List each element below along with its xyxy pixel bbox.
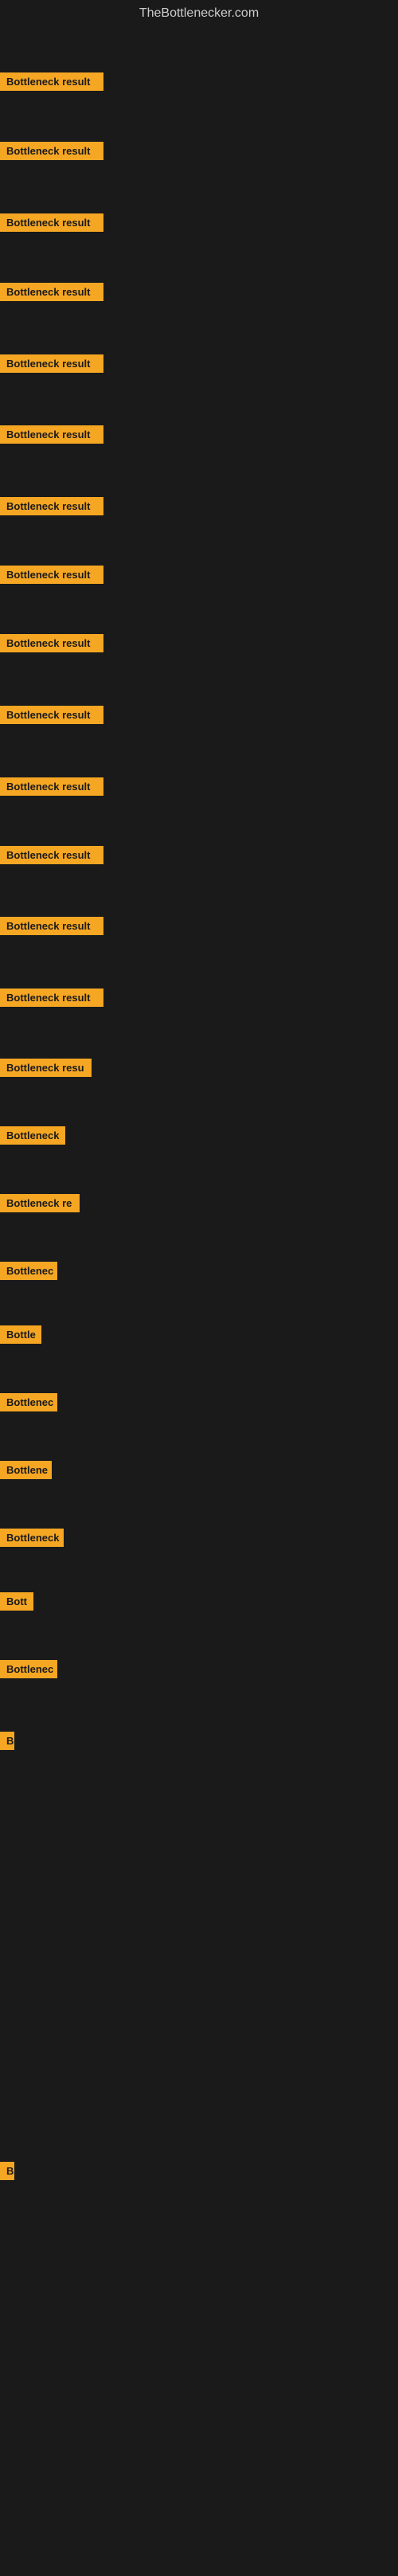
bottleneck-badge[interactable]: Bottleneck result — [0, 283, 103, 301]
bottleneck-badge[interactable]: Bottleneck result — [0, 634, 103, 652]
bottleneck-result-item[interactable]: Bottleneck result — [0, 777, 103, 800]
bottleneck-badge[interactable]: Bottle — [0, 1325, 41, 1344]
bottleneck-result-item[interactable]: B — [0, 1732, 14, 1754]
bottleneck-result-item[interactable]: Bottleneck resu — [0, 1059, 92, 1081]
bottleneck-badge[interactable]: Bottleneck — [0, 1529, 64, 1547]
bottleneck-result-item[interactable]: Bottlene — [0, 1461, 52, 1483]
bottleneck-result-item[interactable]: Bottleneck result — [0, 497, 103, 519]
bottleneck-result-item[interactable]: Bottleneck re — [0, 1194, 80, 1216]
bottleneck-result-item[interactable]: B — [0, 2162, 14, 2184]
bottleneck-result-item[interactable]: Bottleneck result — [0, 634, 103, 656]
bottleneck-badge[interactable]: Bottleneck result — [0, 142, 103, 160]
bottleneck-result-item[interactable]: Bottlenec — [0, 1262, 57, 1284]
bottleneck-badge[interactable]: Bottleneck result — [0, 425, 103, 444]
bottleneck-badge[interactable]: Bottleneck result — [0, 497, 103, 515]
bottleneck-result-item[interactable]: Bottleneck result — [0, 706, 103, 728]
bottleneck-badge[interactable]: Bottleneck re — [0, 1194, 80, 1212]
bottleneck-badge[interactable]: B — [0, 2162, 14, 2180]
bottleneck-badge[interactable]: Bottleneck result — [0, 72, 103, 91]
bottleneck-result-item[interactable]: Bottleneck — [0, 1126, 65, 1149]
bottleneck-badge[interactable]: Bottleneck result — [0, 846, 103, 864]
bottleneck-result-item[interactable]: Bottleneck — [0, 1529, 64, 1551]
bottleneck-result-item[interactable]: Bottleneck result — [0, 283, 103, 305]
bottleneck-result-item[interactable]: Bott — [0, 1592, 33, 1615]
bottleneck-result-item[interactable]: Bottleneck result — [0, 846, 103, 868]
bottleneck-result-item[interactable]: Bottleneck result — [0, 142, 103, 164]
bottleneck-badge[interactable]: Bottleneck result — [0, 213, 103, 232]
bottleneck-badge[interactable]: Bottleneck result — [0, 566, 103, 584]
bottleneck-badge[interactable]: Bottlenec — [0, 1393, 57, 1411]
site-title: TheBottlenecker.com — [0, 0, 398, 27]
bottleneck-badge[interactable]: Bottlene — [0, 1461, 52, 1479]
bottleneck-result-item[interactable]: Bottleneck result — [0, 989, 103, 1011]
bottleneck-badge[interactable]: Bottleneck result — [0, 777, 103, 796]
bottleneck-result-item[interactable]: Bottleneck result — [0, 354, 103, 377]
bottleneck-result-item[interactable]: Bottle — [0, 1325, 41, 1348]
bottleneck-result-item[interactable]: Bottlenec — [0, 1660, 57, 1682]
bottleneck-result-item[interactable]: Bottleneck result — [0, 425, 103, 448]
bottleneck-badge[interactable]: Bottlenec — [0, 1660, 57, 1678]
bottleneck-result-item[interactable]: Bottleneck result — [0, 72, 103, 95]
bottleneck-badge[interactable]: Bottlenec — [0, 1262, 57, 1280]
bottleneck-badge[interactable]: B — [0, 1732, 14, 1750]
bottleneck-badge[interactable]: Bottleneck resu — [0, 1059, 92, 1077]
bottleneck-badge[interactable]: Bottleneck result — [0, 354, 103, 373]
bottleneck-result-item[interactable]: Bottleneck result — [0, 566, 103, 588]
bottleneck-badge[interactable]: Bott — [0, 1592, 33, 1611]
bottleneck-badge[interactable]: Bottleneck result — [0, 989, 103, 1007]
bottleneck-badge[interactable]: Bottleneck — [0, 1126, 65, 1145]
bottleneck-badge[interactable]: Bottleneck result — [0, 917, 103, 935]
bottleneck-result-item[interactable]: Bottleneck result — [0, 917, 103, 939]
bottleneck-badge[interactable]: Bottleneck result — [0, 706, 103, 724]
bottleneck-result-item[interactable]: Bottlenec — [0, 1393, 57, 1415]
bottleneck-result-item[interactable]: Bottleneck result — [0, 213, 103, 236]
